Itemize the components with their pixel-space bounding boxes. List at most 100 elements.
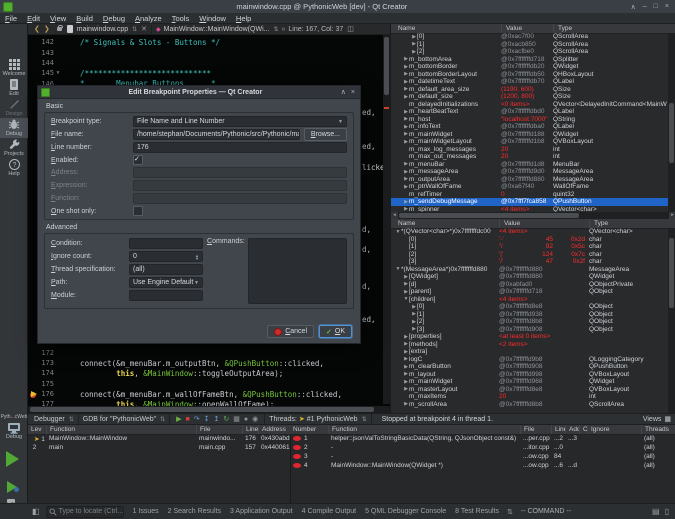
expand-icon[interactable]: ▶ [403,161,409,167]
variable-row[interactable]: ▶[QWidget]@0x7fffffffd880QWidget [391,273,669,281]
snapshot-icon[interactable]: ◉ [252,416,258,423]
column-header-value[interactable]: Value [501,24,553,33]
dialog-close-button[interactable]: × [351,89,355,96]
column-header-type[interactable]: Type [589,219,675,228]
step-into-icon[interactable]: ↧ [204,416,210,423]
fold-marker[interactable]: ▼ [54,70,62,76]
line-number[interactable]: 144 [28,59,54,67]
column-header-file[interactable]: File [196,425,242,434]
variable-row[interactable]: ▶[1]@0x7fffffffd938QObject [391,311,669,319]
expand-icon[interactable]: ▼ [403,296,409,302]
column-header-con[interactable]: Con [579,425,587,434]
toggle-left-sidebar-icon[interactable]: ◧ [32,507,40,516]
sidebar-item-welcome[interactable]: Welcome [0,58,28,78]
locals-scrollbar[interactable] [668,33,675,212]
column-header-type[interactable]: Type [553,24,675,33]
column-header-add[interactable]: Add [565,425,579,434]
go-back-icon[interactable]: ❮ [34,25,40,33]
variable-row[interactable]: ▶m_masterLayout@0x7fffffffd8e8QVBoxLayou… [391,386,669,394]
variable-row[interactable]: ▶m_default_size(1200, 800)QSize [391,93,669,101]
line-number[interactable]: 145 [28,69,54,77]
variable-row[interactable]: ▶m_bottomArea@0x7fffffffd718QSplitter [391,56,669,64]
ignore-count-stepper[interactable]: 0 ▲▼ [129,251,203,262]
expand-icon[interactable]: ▶ [403,109,409,115]
variable-row[interactable]: ▶m_scrollArea@0x7fffffffd8b8QScrollArea [391,401,669,409]
line-number[interactable]: 142 [28,38,54,46]
expand-icon[interactable]: ▶ [411,311,417,317]
line-number[interactable]: 173 [28,359,54,367]
breakpoint-row[interactable]: 4MainWindow::MainWindow(QWidget *)...ow.… [290,461,675,470]
code-line-175[interactable]: 175 [28,379,62,389]
menu-view[interactable]: View [45,14,71,23]
commands-textarea[interactable] [248,238,347,304]
module-field[interactable] [129,290,203,301]
menu-debug[interactable]: Debug [98,14,130,23]
stack-frame-row[interactable]: 2mainmain.cpp1570x440061 [28,443,290,452]
expand-icon[interactable]: ▶ [403,131,409,137]
variable-row[interactable]: ▶m_menuBar@0x7fffffffd1d8MenuBar [391,161,669,169]
path-select[interactable]: Use Engine Default▼ [129,277,203,288]
expand-icon[interactable]: ▶ [411,319,417,325]
column-header-ignore[interactable]: Ignore [587,425,641,434]
variable-row[interactable]: ▶m_mainWidget@0x7fffffffd968QWidget [391,378,669,386]
shade-window-button[interactable]: ∧ [631,3,636,11]
column-header-line[interactable]: Line [242,425,258,434]
dialog-shade-button[interactable]: ∧ [341,88,346,96]
close-document-icon[interactable]: ✕ [141,25,147,33]
variable-row[interactable]: ▶m_heartBeatText@0x7fffffffdbd0QLabel [391,108,669,116]
thread-selector[interactable]: #1 PythonicWeb [307,416,358,423]
sidebar-item-projects[interactable]: Projects [0,138,28,158]
go-forward-icon[interactable]: ❯ [44,25,50,33]
expand-icon[interactable]: ▶ [403,56,409,62]
column-header-number[interactable]: Number [290,425,328,434]
expand-icon[interactable]: ▶ [403,64,409,70]
variable-row[interactable]: [3]'/'470x2fchar [391,258,669,266]
column-header-name[interactable]: Name [391,219,499,228]
tab-mainwindow-cpp[interactable]: mainwindow.cpp [77,26,128,33]
condition-field[interactable] [129,238,203,249]
variable-row[interactable]: ▶m_datetimeText@0x7fffffffdb70QLabel [391,78,669,86]
variable-row[interactable]: ▶m_clearButton@0x7fffffffd908QPushButton [391,363,669,371]
expand-icon[interactable]: ▶ [403,349,409,355]
variable-row[interactable]: ▶[3]@0x7fffffffd908QObject [391,326,669,334]
expand-icon[interactable]: ▶ [403,184,409,190]
line-number[interactable]: 143 [28,49,54,57]
variable-row[interactable]: ▶[properties]<at least 0 items> [391,333,669,341]
minimize-button[interactable]: – [643,3,647,11]
instruction-icon[interactable]: ▦ [233,416,240,423]
variable-row[interactable]: m_max_out_messages20int [391,153,669,161]
document-dropdown-icon[interactable]: ⇅ [132,26,137,33]
debugger-perspective-selector[interactable]: Debugger [34,416,65,423]
sidebar-item-debug[interactable]: Debug [0,118,28,138]
expand-icon[interactable]: ▶ [411,34,417,40]
variable-row[interactable]: ▶[parent]@0x7fffffffd718QObject [391,288,669,296]
output-pane-4[interactable]: 4 Compile Output [302,508,356,515]
variable-row[interactable]: ▶logC@0x7fffffffd9b8QLoggingCategory [391,356,669,364]
menu-window[interactable]: Window [194,14,231,23]
code-line-145[interactable]: 145▼ /**************************** [28,68,211,78]
expand-icon[interactable]: ▶ [403,124,409,130]
variable-row[interactable]: ▶[methods]<2 items> [391,341,669,349]
variable-row[interactable]: ▶[2]@0xacfbe0QScrollArea [391,48,669,56]
menu-tools[interactable]: Tools [167,14,195,23]
code-line-144[interactable]: 144 [28,58,62,68]
variable-row[interactable]: [0]'-'450x2dchar [391,236,669,244]
one-shot-checkbox[interactable] [133,206,143,216]
column-header-file[interactable]: File [520,425,551,434]
menu-build[interactable]: Build [71,14,98,23]
output-pane-2[interactable]: 2 Search Results [168,508,221,515]
breakpoint-type-select[interactable]: File Name and Line Number▼ [133,116,347,127]
restart-icon[interactable]: ↻ [223,416,229,423]
menu-help[interactable]: Help [231,14,256,23]
maximize-button[interactable]: □ [654,3,658,11]
output-pane-3[interactable]: 3 Application Output [230,508,293,515]
expand-icon[interactable]: ▶ [403,79,409,85]
code-line-143[interactable]: 143 [28,47,62,57]
expand-icon[interactable]: ▶ [403,401,409,407]
stop-icon[interactable]: ■ [186,416,190,423]
variable-row[interactable]: ▶m_layout@0x7fffffffd998QVBoxLayout [391,371,669,379]
output-pane-1[interactable]: 1 Issues [133,508,159,515]
code-line-176[interactable]: 176 connect(&m_menuBar.m_wallOfFameBtn, … [28,389,342,399]
column-header-name[interactable]: Name [391,24,501,33]
expand-icon[interactable]: ▶ [411,41,417,47]
